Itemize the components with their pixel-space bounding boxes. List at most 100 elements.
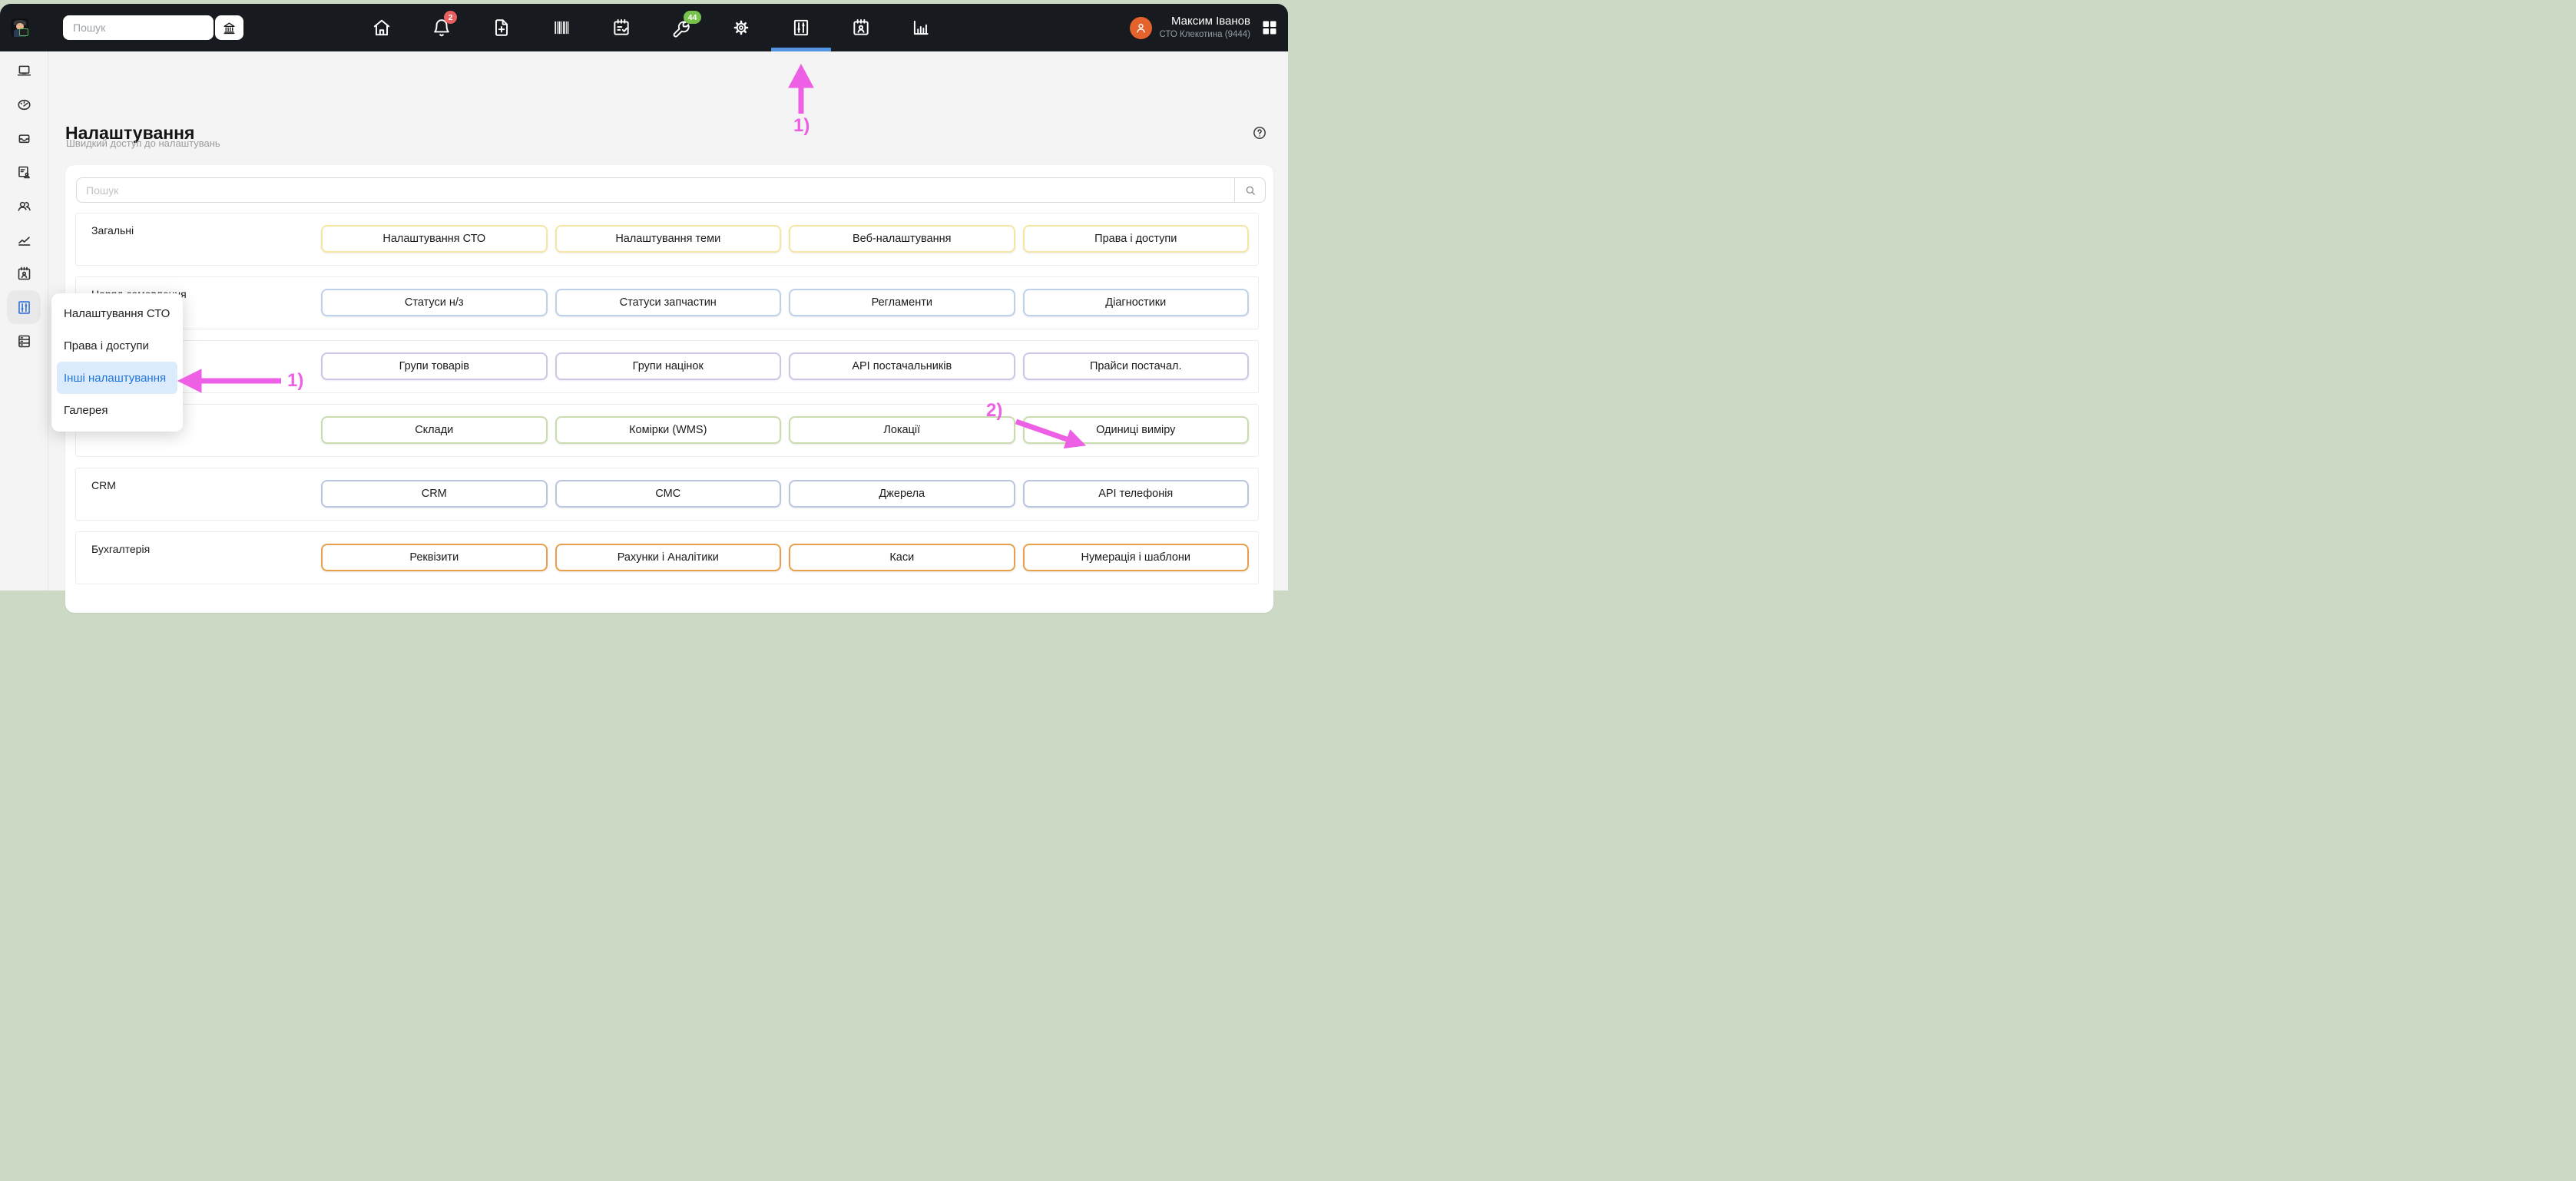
home-icon <box>372 18 392 38</box>
sidebar-item-sliders[interactable] <box>7 290 41 324</box>
document-person-icon <box>16 164 32 180</box>
settings-button[interactable]: Локації <box>789 416 1015 444</box>
global-search-input[interactable] <box>63 22 217 34</box>
nav-appointments[interactable] <box>831 4 891 51</box>
calendar-person-icon <box>16 266 32 282</box>
nav-notifications[interactable]: 2 <box>412 4 472 51</box>
nav-icon-row: 2 44 <box>352 4 951 51</box>
nav-gear-settings[interactable] <box>711 4 771 51</box>
settings-button[interactable]: Одиниці виміру <box>1022 416 1249 444</box>
sidebar-item-users[interactable] <box>7 189 41 223</box>
dropdown-menu-item[interactable]: Налаштування СТО <box>57 297 177 329</box>
settings-section-row: CRM CRM СМС Джерела API телефонія <box>75 468 1259 521</box>
section-label: Бухгалтерія <box>91 543 151 555</box>
section-buttons: Реквізити Рахунки і Аналітики Каси Нумераці… <box>321 544 1249 571</box>
question-circle-icon <box>1252 125 1267 141</box>
help-button[interactable] <box>1252 125 1267 141</box>
settings-search-input[interactable] <box>77 178 1234 202</box>
settings-button[interactable]: API телефонія <box>1022 480 1249 508</box>
laptop-icon <box>16 63 32 79</box>
sidebar-item-calendar-person[interactable] <box>7 256 41 290</box>
search-icon <box>1244 184 1257 197</box>
sidebar-item-server[interactable] <box>7 324 41 358</box>
settings-search <box>76 177 1266 203</box>
settings-card: Загальні Налаштування СТОНалаштування те… <box>65 165 1273 613</box>
section-buttons: Склади Комірки (WMS) Локації Одиниці виміру <box>321 416 1249 444</box>
settings-button[interactable]: Налаштування теми <box>555 225 781 253</box>
dropdown-menu-item[interactable]: Права і доступи <box>57 329 177 362</box>
global-search <box>63 15 214 40</box>
notifications-badge: 2 <box>444 11 457 24</box>
users-icon <box>16 198 32 214</box>
sliders-icon <box>16 299 32 316</box>
app-logo-avatar[interactable] <box>11 18 29 37</box>
settings-button[interactable]: Комірки (WMS) <box>555 416 781 444</box>
settings-dropdown-menu: Налаштування СТО Права і доступи Інші нала… <box>51 293 183 432</box>
settings-button[interactable]: CRM <box>321 480 548 508</box>
sidebar <box>0 51 48 590</box>
line-chart-icon <box>16 232 32 248</box>
calendar-person-icon <box>851 18 871 38</box>
section-label: Загальні <box>91 224 134 237</box>
section-buttons: Групи товарів Групи націнок API постачальн… <box>321 352 1249 380</box>
nav-planner[interactable] <box>591 4 651 51</box>
main-area: Налаштування Швидкий доступ до налаштува… <box>0 51 1288 613</box>
settings-button[interactable]: Групи товарів <box>321 352 548 380</box>
apps-grid-button[interactable] <box>1260 18 1279 37</box>
settings-button[interactable]: Веб-налаштування <box>789 225 1015 253</box>
settings-button[interactable]: Регламенти <box>789 289 1015 316</box>
settings-section-row: Склади Комірки (WMS) Локації Одиниці виміру <box>75 404 1259 457</box>
settings-section-row: Групи товарів Групи націнок API постачальн… <box>75 340 1259 393</box>
inbox-icon <box>16 131 32 147</box>
settings-button[interactable]: Нумерація і шаблони <box>1022 544 1249 571</box>
bank-button[interactable] <box>215 15 243 40</box>
settings-button[interactable]: Склади <box>321 416 548 444</box>
settings-sections: Загальні Налаштування СТО Налаштування те… <box>75 213 1259 584</box>
section-buttons: CRM СМС Джерела API телефонія <box>321 480 1249 508</box>
settings-button[interactable]: Групи націнок <box>555 352 781 380</box>
settings-button[interactable]: СМС <box>555 480 781 508</box>
nav-new-document[interactable] <box>472 4 531 51</box>
section-buttons: Статуси н/з Статуси запчастин Регламенти Ді… <box>321 289 1249 316</box>
nav-home[interactable] <box>352 4 412 51</box>
sidebar-item-speedometer[interactable] <box>7 88 41 121</box>
nav-reports[interactable] <box>891 4 951 51</box>
user-avatar[interactable] <box>1130 16 1153 39</box>
bank-icon <box>222 21 237 35</box>
user-icon <box>1134 22 1147 35</box>
settings-button[interactable]: Каси <box>789 544 1015 571</box>
dropdown-menu-item[interactable]: Галерея <box>57 394 177 426</box>
settings-button[interactable]: Реквізити <box>321 544 548 571</box>
settings-search-button[interactable] <box>1234 178 1265 202</box>
settings-button[interactable]: Статуси запчастин <box>555 289 781 316</box>
gear-icon <box>731 18 751 38</box>
page-subtitle: Швидкий доступ до налаштувань <box>66 137 220 149</box>
settings-button[interactable]: Діагностики <box>1022 289 1249 316</box>
bar-chart-icon <box>911 18 931 38</box>
sidebar-item-laptop[interactable] <box>7 54 41 88</box>
settings-button[interactable]: Прайси постачал. <box>1022 352 1249 380</box>
calendar-check-icon <box>611 18 631 38</box>
speedometer-icon <box>16 97 32 113</box>
grid-icon <box>1260 18 1279 37</box>
user-block[interactable]: Максим Іванов СТО Клекотина (9444) <box>1130 4 1279 51</box>
settings-button[interactable]: Статуси н/з <box>321 289 548 316</box>
section-label: CRM <box>91 479 116 491</box>
settings-button[interactable]: Джерела <box>789 480 1015 508</box>
settings-button[interactable]: Права і доступи <box>1022 225 1249 253</box>
nav-settings-active[interactable] <box>771 4 831 51</box>
sidebar-item-document-person[interactable] <box>7 155 41 189</box>
section-buttons: Налаштування СТО Налаштування теми Веб-нал… <box>321 225 1249 253</box>
settings-button[interactable]: Налаштування СТО <box>321 225 548 253</box>
settings-section-row: Бухгалтерія Реквізити Рахунки і Аналітики… <box>75 531 1259 584</box>
nav-tasks[interactable]: 44 <box>651 4 711 51</box>
nav-barcode[interactable] <box>531 4 591 51</box>
settings-button[interactable]: Рахунки і Аналітики <box>555 544 781 571</box>
sidebar-item-line-chart[interactable] <box>7 223 41 256</box>
user-name: Максим Іванов <box>1170 15 1250 28</box>
sidebar-item-inbox[interactable] <box>7 121 41 155</box>
file-plus-icon <box>492 18 512 38</box>
settings-button[interactable]: API постачальників <box>789 352 1015 380</box>
tasks-badge: 44 <box>684 11 701 24</box>
dropdown-menu-item[interactable]: Інші налаштування <box>57 362 177 394</box>
